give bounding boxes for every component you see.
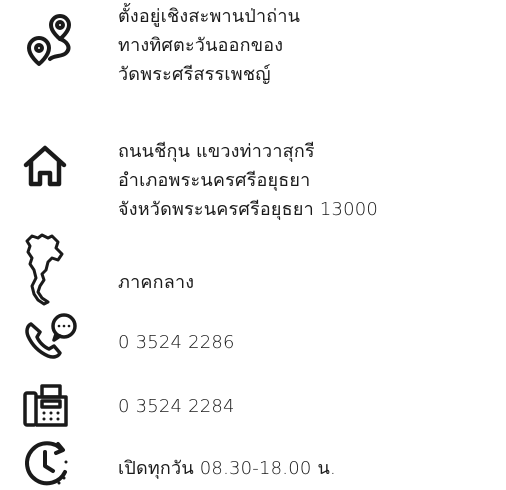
thailand-map-icon [22,232,66,306]
region-text: ภาคกลาง [118,268,194,297]
opening-hours: เปิดทุกวัน 08.30-18.00 น. [118,458,336,479]
home-icon [22,144,68,190]
location-line-1: ตั้งอยู่เชิงสะพานป่าถ่าน [118,6,301,27]
phone-number: 0 3524 2286 [118,332,235,353]
fax-text: 0 3524 2284 [118,392,235,421]
location-text: ตั้งอยู่เชิงสะพานป่าถ่าน ทางทิศตะวันออกข… [118,2,300,89]
location-line-2: ทางทิศตะวันออกของ [118,35,284,56]
address-line-3: จังหวัดพระนครศรีอยุธยา 13000 [118,199,379,220]
fax-machine-icon [22,383,72,429]
phone-text: 0 3524 2286 [118,328,235,357]
location-line-3: วัดพระศรีสรรเพชญ์ [118,64,271,85]
address-text: ถนนชีกุน แขวงท่าวาสุกรี อำเภอพระนครศรีอย… [118,137,378,224]
address-line-2: อำเภอพระนครศรีอยุธยา [118,170,311,191]
region-label: ภาคกลาง [118,272,195,293]
clock-icon [22,440,72,488]
fax-number: 0 3524 2284 [118,396,235,417]
address-line-1: ถนนชีกุน แขวงท่าวาสุกรี [118,141,315,162]
map-route-pin-icon [22,12,78,68]
phone-chat-icon [22,312,78,360]
hours-text: เปิดทุกวัน 08.30-18.00 น. [118,454,336,483]
